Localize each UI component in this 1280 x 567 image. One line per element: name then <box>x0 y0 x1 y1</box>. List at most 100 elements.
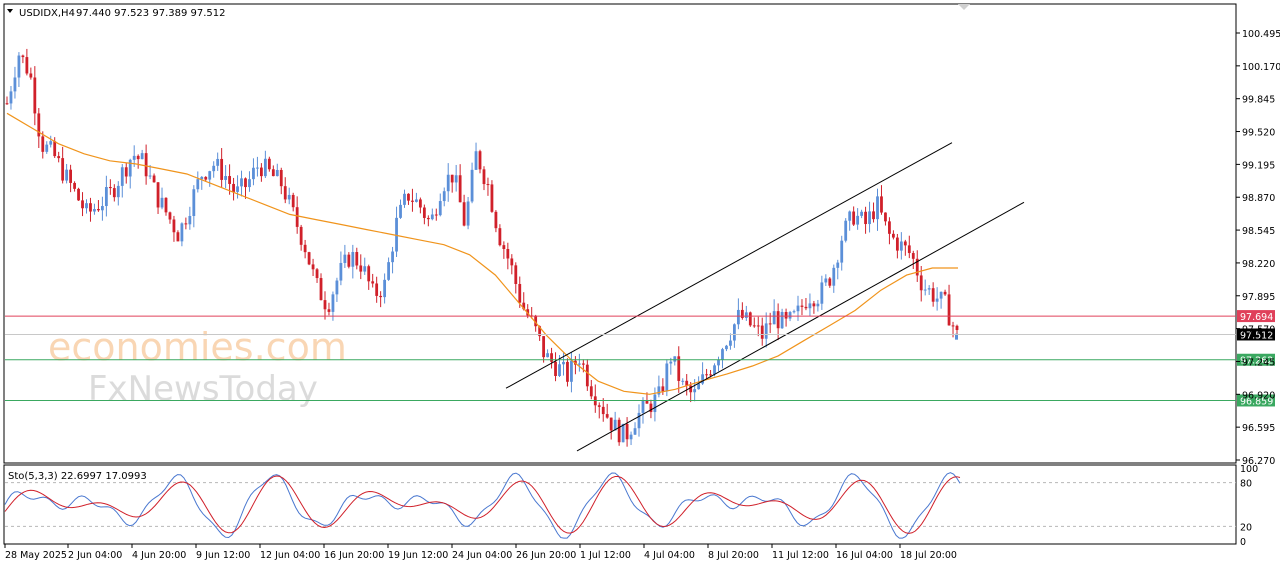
candle-body <box>220 158 224 180</box>
candle-body <box>558 364 561 376</box>
candle-body <box>629 434 633 440</box>
candle-body <box>407 193 410 201</box>
candle-body <box>478 151 482 170</box>
candle-body <box>359 265 363 272</box>
candle-body <box>29 73 33 78</box>
candle-body <box>256 167 259 169</box>
oscillator-tick-label: 100 <box>1240 464 1258 475</box>
candle-body <box>792 311 796 313</box>
candle-body <box>919 275 923 291</box>
candle-body <box>100 206 104 211</box>
candle-body <box>554 361 557 376</box>
candle-body <box>176 232 180 242</box>
candle-body <box>33 77 37 114</box>
candle-body <box>621 423 625 443</box>
candle-body <box>140 153 144 160</box>
candle-body <box>188 215 192 225</box>
candle-body <box>804 306 808 309</box>
candle-body <box>808 303 812 309</box>
candle-body <box>744 312 748 318</box>
candle-body <box>204 176 208 180</box>
candle-body <box>69 169 72 183</box>
candle-body <box>482 169 486 185</box>
candle-body <box>128 159 132 177</box>
candle-body <box>577 363 581 365</box>
candle-body <box>379 295 383 298</box>
candle-body <box>446 174 450 192</box>
candle-body <box>232 183 235 192</box>
candle-body <box>438 201 442 216</box>
candle-body <box>780 311 784 329</box>
x-tick-label: 12 Jun 04:00 <box>260 550 320 561</box>
candle-body <box>462 202 466 226</box>
candle-body <box>77 188 80 201</box>
candle-body <box>872 211 875 220</box>
candle-body <box>947 294 951 326</box>
y-tick-label: 97.895 <box>1242 292 1275 303</box>
candle-body <box>884 212 887 222</box>
candle-body <box>343 254 347 263</box>
candle-body <box>89 203 92 212</box>
candle-body <box>315 269 319 279</box>
candle-body <box>108 186 112 189</box>
x-tick-label: 16 Jun 20:00 <box>324 550 384 561</box>
candle-body <box>307 252 311 265</box>
candle-body <box>955 325 959 330</box>
candle-body <box>387 262 390 280</box>
watermark: economies.com FxNewsToday <box>48 325 347 409</box>
candle-body <box>120 167 124 186</box>
candle-body <box>927 288 931 290</box>
oscillator-tick-label: 80 <box>1240 479 1252 490</box>
candle-body <box>65 169 69 181</box>
x-tick-label: 2 Jun 04:00 <box>68 550 122 561</box>
candle-body <box>93 209 96 212</box>
candle-body <box>788 312 792 319</box>
candle-body <box>470 169 474 202</box>
candle-body <box>903 241 907 246</box>
candle-body <box>252 167 255 180</box>
candle-body <box>510 258 514 266</box>
candle-body <box>609 417 613 431</box>
candle-body <box>665 363 669 392</box>
candle-body <box>112 188 116 198</box>
candle-body <box>21 55 25 58</box>
candle-body <box>160 197 164 208</box>
candle-body <box>415 199 418 202</box>
watermark-fxnewstoday: FxNewsToday <box>88 369 318 409</box>
candle-body <box>375 283 379 296</box>
candle-body <box>53 141 57 157</box>
candle-body <box>931 288 935 302</box>
candle-body <box>852 211 856 225</box>
oscillator-label: Sto(5,3,3) 22.6997 17.0993 <box>8 471 147 482</box>
candle-body <box>939 291 943 299</box>
x-tick-label: 16 Jul 04:00 <box>836 550 893 561</box>
candle-body <box>13 77 17 92</box>
candle-body <box>184 223 188 225</box>
candle-body <box>836 262 840 268</box>
candle-body <box>951 325 955 327</box>
candle-body <box>454 175 458 183</box>
candle-body <box>363 266 367 272</box>
candle-body <box>403 193 406 205</box>
candle-body <box>844 220 848 241</box>
symbol-header: USDIDX,H4 <box>19 8 75 19</box>
candle-body <box>697 383 701 390</box>
candle-body <box>856 215 860 225</box>
candle-body <box>657 386 661 395</box>
candle-body <box>880 196 883 213</box>
x-tick-label: 4 Jun 20:00 <box>132 550 186 561</box>
candle-body <box>633 428 637 435</box>
candle-body <box>291 194 295 208</box>
y-tick-label: 99.845 <box>1242 95 1275 106</box>
candle-body <box>49 141 53 145</box>
candle-body <box>824 278 828 283</box>
candle-body <box>923 289 927 291</box>
candle-body <box>895 237 899 251</box>
candle-body <box>693 389 697 393</box>
price-level-label: 97.694 <box>1240 312 1273 323</box>
x-tick-label: 19 Jun 12:00 <box>388 550 448 561</box>
candle-body <box>911 253 915 259</box>
candle-body <box>283 186 287 200</box>
candle-body <box>585 364 589 387</box>
candle-body <box>5 103 9 105</box>
